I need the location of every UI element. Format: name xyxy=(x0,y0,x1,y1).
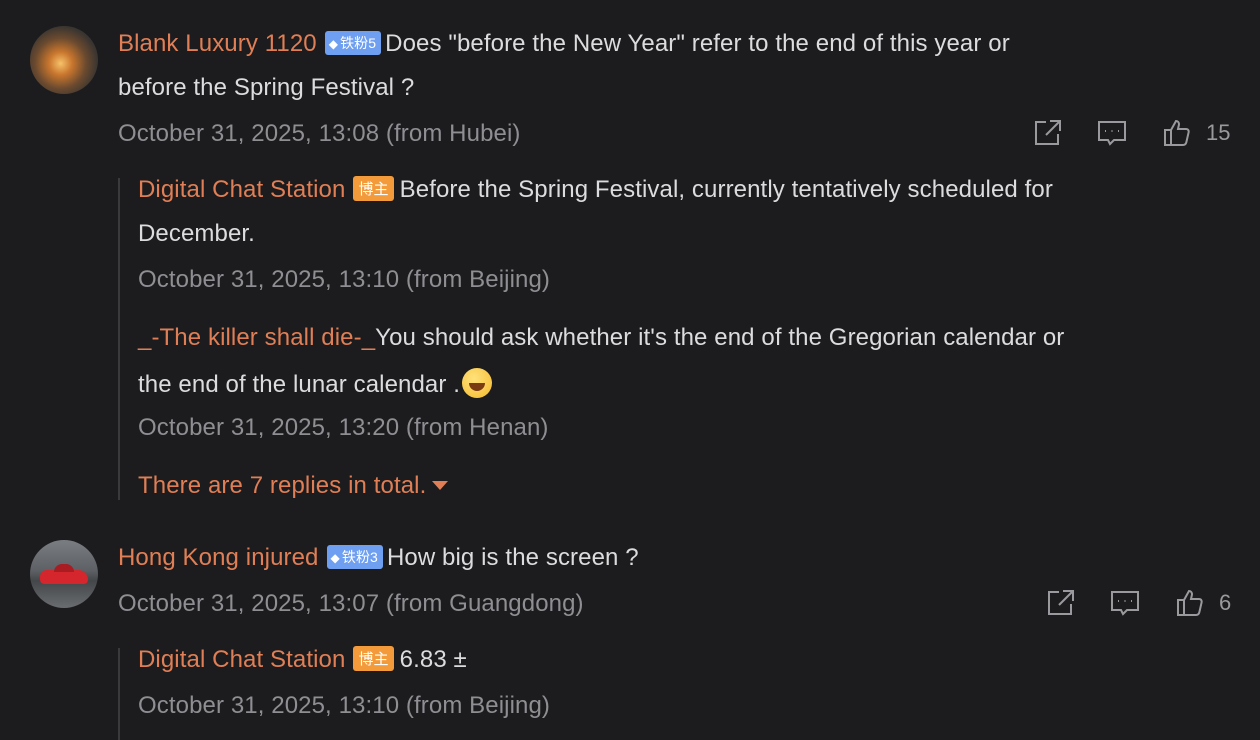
diamond-icon: ◆ xyxy=(328,37,339,51)
chevron-down-icon xyxy=(432,481,449,490)
reply-meta: October 31, 2025, 13:10 (from Beijing) xyxy=(138,266,551,293)
share-icon xyxy=(1035,120,1061,145)
share-button[interactable] xyxy=(1032,118,1064,148)
comment-text-cont: before the Spring Festival ? xyxy=(118,74,415,101)
comment-line: Hong Kong injured ◆ 铁粉3 How big is the scre… xyxy=(118,544,639,572)
reply-text: 6.83 ± xyxy=(399,646,467,673)
username[interactable]: Digital Chat Station xyxy=(138,176,345,203)
author-badge: 博主 xyxy=(353,646,394,671)
reply-text-cont: December. xyxy=(138,220,255,247)
laughing-crying-emoji xyxy=(462,368,492,398)
reply-line: Digital Chat Station 博主 6.83 ± xyxy=(138,646,467,674)
diamond-icon: ◆ xyxy=(330,551,340,565)
comment-actions: 15 xyxy=(1032,118,1230,148)
username[interactable]: Hong Kong injured xyxy=(118,544,319,571)
author-badge: 博主 xyxy=(353,176,394,201)
comment-icon xyxy=(1111,591,1139,616)
comment-line: Blank Luxury 1120 ◆ 铁粉5 Does "before the Ne… xyxy=(118,30,1010,58)
share-icon xyxy=(1048,590,1074,615)
share-button[interactable] xyxy=(1045,588,1077,618)
comment-text: How big is the screen ? xyxy=(386,544,639,571)
comment-actions: 6 xyxy=(1045,588,1231,618)
reply-meta: October 31, 2025, 13:10 (from Beijing) xyxy=(138,692,551,719)
username[interactable]: Blank Luxury 1120 xyxy=(118,30,317,57)
fan-level-badge: ◆ 铁粉5 xyxy=(324,31,382,55)
reply-line: _-The killer shall die-_You should ask w… xyxy=(138,324,1064,352)
reply-button[interactable] xyxy=(1096,118,1128,148)
reply-text: You should ask whether it's the end of t… xyxy=(375,324,1065,351)
fan-level-badge: ◆ 铁粉3 xyxy=(326,545,383,569)
username[interactable]: _-The killer shall die-_ xyxy=(138,324,375,351)
car-image xyxy=(40,564,88,584)
comment-text: Does "before the New Year" refer to the … xyxy=(385,30,1010,57)
reply-thread-divider xyxy=(118,648,120,740)
reply-button[interactable] xyxy=(1109,588,1141,618)
reply-line: Digital Chat Station 博主 Before the Spring … xyxy=(138,176,1053,204)
avatar[interactable] xyxy=(30,26,98,94)
comment-meta: October 31, 2025, 13:08 (from Hubei) xyxy=(118,120,521,147)
reply-text: Before the Spring Festival, currently te… xyxy=(399,176,1053,203)
avatar[interactable] xyxy=(30,540,98,608)
username[interactable]: Digital Chat Station xyxy=(138,646,345,673)
thumbs-up-icon xyxy=(1164,119,1190,146)
more-replies-link[interactable]: There are 7 replies in total. xyxy=(138,472,449,500)
comment-meta: October 31, 2025, 13:07 (from Guangdong) xyxy=(118,590,584,617)
reply-meta: October 31, 2025, 13:20 (from Henan) xyxy=(138,414,549,441)
like-count: 6 xyxy=(1219,590,1232,615)
like-button[interactable] xyxy=(1162,118,1192,148)
reply-text-cont: the end of the lunar calendar . xyxy=(138,368,492,399)
like-count: 15 xyxy=(1206,120,1231,145)
thumbs-up-icon xyxy=(1177,589,1203,616)
comment-icon xyxy=(1098,121,1126,146)
like-button[interactable] xyxy=(1175,588,1205,618)
reply-thread-divider xyxy=(118,178,120,500)
